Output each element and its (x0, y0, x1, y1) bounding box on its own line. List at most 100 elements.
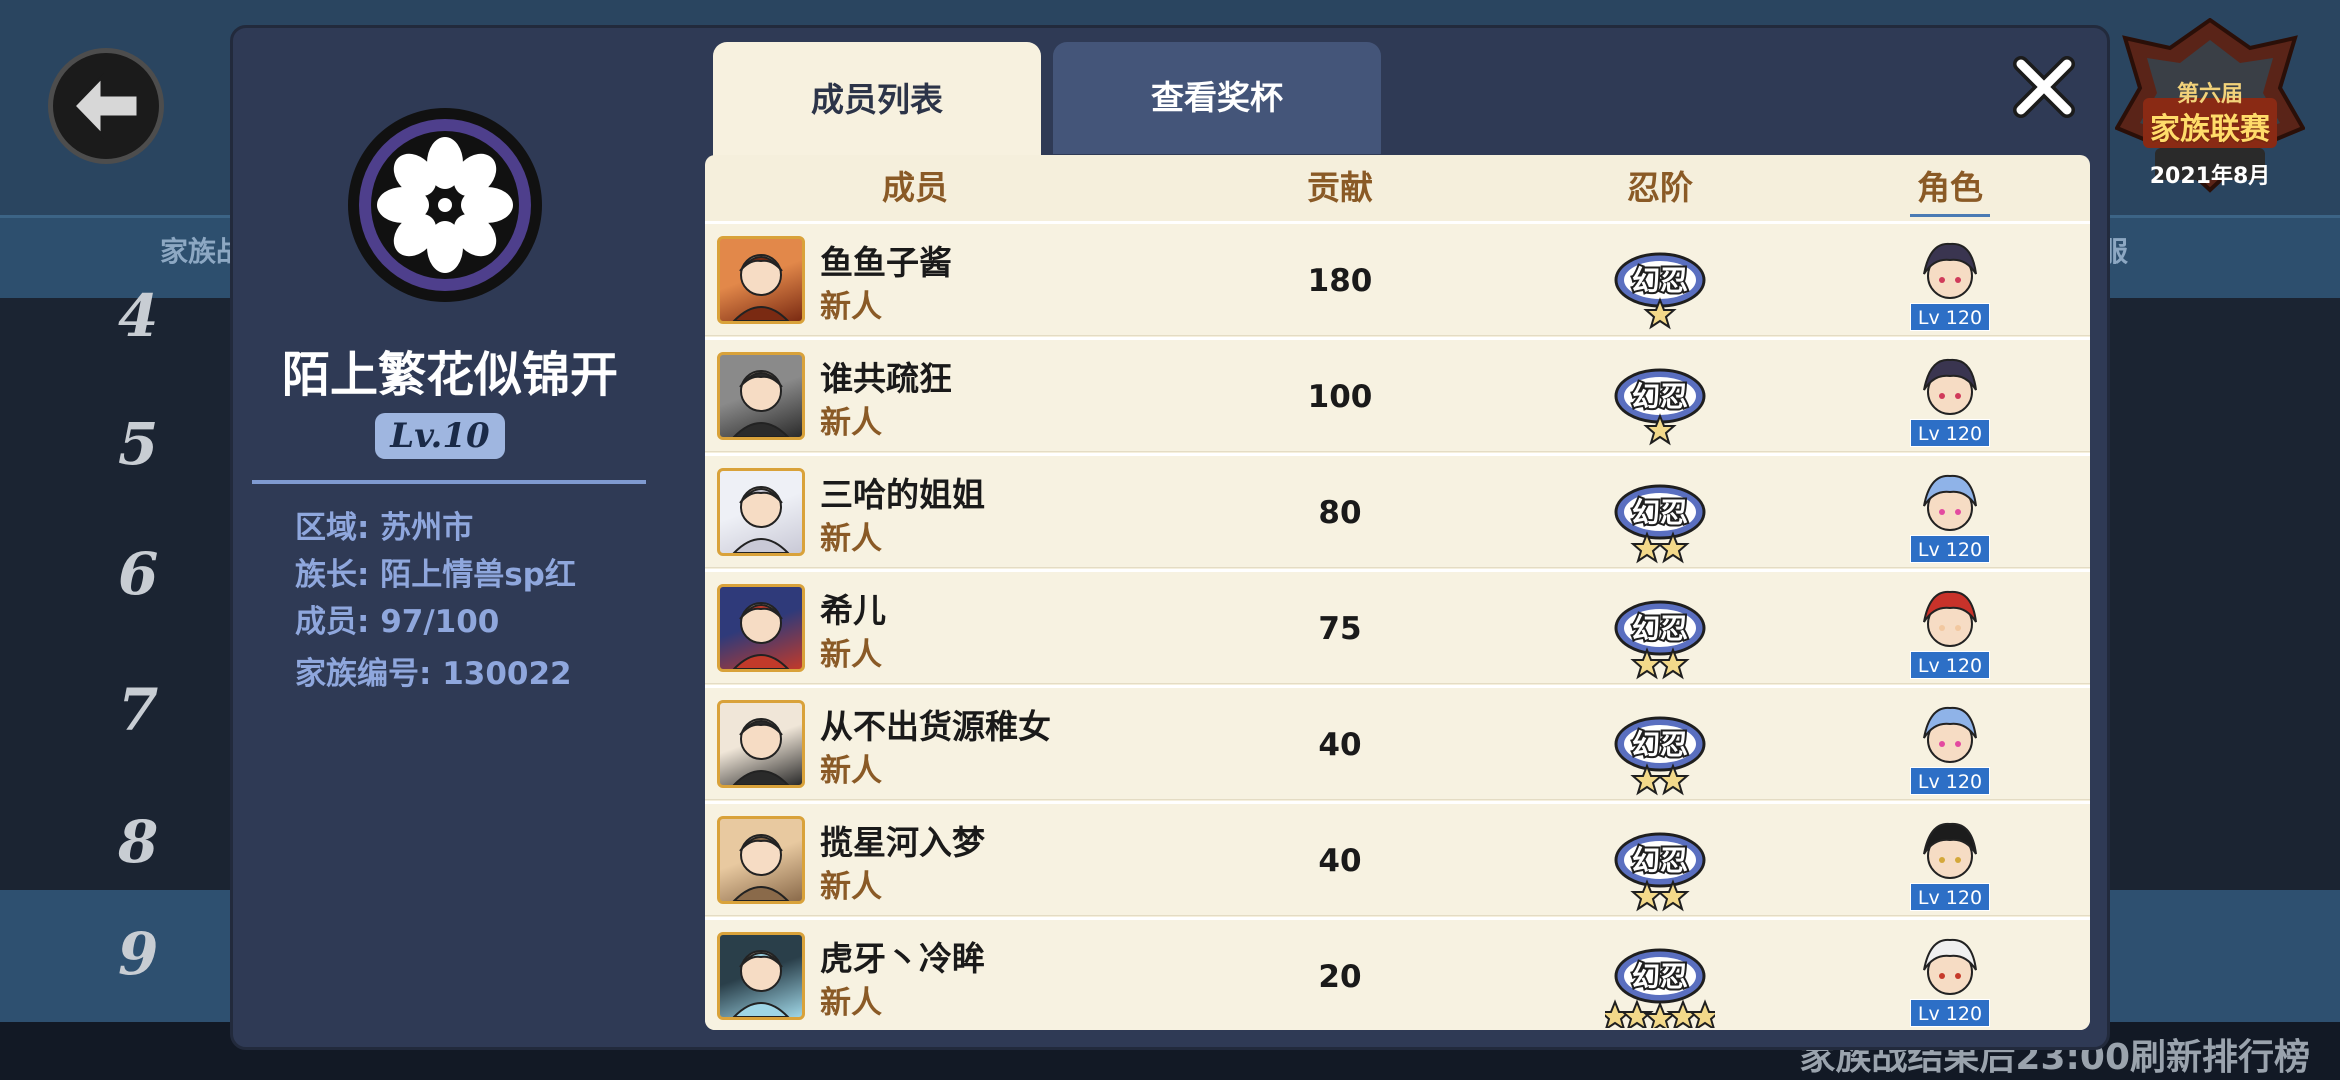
member-avatar[interactable] (717, 700, 805, 788)
header-member: 成员 (882, 168, 948, 207)
ninja-rank-badge: 幻忍 (1605, 704, 1715, 796)
character-icon (1923, 706, 1977, 763)
family-name: 陌上繁花似锦开 (281, 347, 618, 403)
member-avatar[interactable] (717, 352, 805, 440)
family-leader: 族长: 陌上情兽sp红 (295, 557, 576, 593)
member-title: 新人 (820, 289, 882, 325)
role-avatar[interactable]: Lv 120 (1910, 700, 1990, 795)
family-member-count: 成员: 97/100 (295, 604, 500, 640)
member-avatar[interactable] (717, 468, 805, 556)
member-name: 三哈的姐姐 (820, 475, 985, 514)
ninja-rank-text: 幻忍 (1632, 264, 1688, 297)
member-contribution: 20 (1318, 959, 1362, 995)
ninja-rank-text: 幻忍 (1632, 728, 1688, 761)
family-level-badge: Lv.10 (375, 413, 505, 459)
rank-number: 4 (118, 282, 159, 350)
table-row[interactable]: 揽星河入梦 新人 40 幻忍 Lv 120 (705, 801, 2090, 916)
rank-number: 5 (118, 410, 159, 478)
family-region: 区域: 苏州市 (295, 510, 474, 546)
member-title: 新人 (820, 985, 882, 1021)
role-avatar[interactable]: Lv 120 (1910, 468, 1990, 563)
rank-number: 8 (118, 808, 159, 876)
character-icon (1923, 590, 1977, 647)
member-avatar[interactable] (717, 932, 805, 1020)
member-title: 新人 (820, 405, 882, 441)
member-name: 揽星河入梦 (820, 823, 985, 862)
close-icon (2013, 56, 2075, 118)
header-role: 角色 (1917, 168, 1983, 207)
divider (252, 480, 646, 484)
table-row[interactable]: 鱼鱼子酱 新人 180 幻忍 Lv 120 (705, 221, 2090, 336)
member-title: 新人 (820, 637, 882, 673)
portrait-icon (732, 254, 790, 321)
tab-member-list[interactable]: 成员列表 (713, 42, 1041, 158)
member-name: 虎牙丶冷眸 (820, 939, 985, 978)
member-title: 新人 (820, 869, 882, 905)
ninja-rank-text: 幻忍 (1632, 960, 1688, 993)
role-avatar[interactable]: Lv 120 (1910, 584, 1990, 679)
member-contribution: 80 (1318, 495, 1362, 531)
close-button[interactable] (2005, 48, 2083, 126)
header-contribution: 贡献 (1307, 168, 1373, 207)
member-name: 从不出货源稚女 (820, 707, 1051, 746)
portrait-icon (732, 950, 790, 1017)
table-row[interactable]: 三哈的姐姐 新人 80 幻忍 Lv 120 (705, 453, 2090, 568)
ninja-rank-text: 幻忍 (1632, 612, 1688, 645)
role-avatar[interactable]: Lv 120 (1910, 352, 1990, 447)
member-title: 新人 (820, 753, 882, 789)
role-level-badge: Lv 120 (1910, 999, 1990, 1027)
family-id: 家族编号: 130022 (295, 656, 572, 692)
member-title: 新人 (820, 521, 882, 557)
table-row[interactable]: 谁共疏狂 新人 100 幻忍 Lv 120 (705, 337, 2090, 452)
member-name: 希儿 (820, 591, 886, 630)
ninja-rank-badge: 幻忍 (1605, 240, 1715, 330)
family-league-badge[interactable]: 第六届 家族联赛 2021年8月 (2115, 18, 2305, 193)
role-level-badge: Lv 120 (1910, 651, 1990, 679)
role-avatar[interactable]: Lv 120 (1910, 236, 1990, 331)
member-contribution: 100 (1307, 379, 1373, 415)
role-level-badge: Lv 120 (1910, 303, 1990, 331)
member-table: 成员 贡献 忍阶 角色 鱼鱼子酱 新人 180 幻忍 Lv 120 谁共疏狂 新… (705, 155, 2090, 1030)
family-crest-icon (345, 105, 545, 305)
portrait-icon (732, 602, 790, 669)
arrow-left-icon (71, 73, 140, 139)
badge-date: 2021年8月 (2149, 164, 2271, 189)
back-button[interactable] (48, 48, 164, 164)
member-avatar[interactable] (717, 236, 805, 324)
rank-number: 9 (118, 920, 159, 988)
rank-number: 7 (118, 676, 159, 744)
ninja-rank-badge: 幻忍 (1598, 936, 1722, 1030)
ninja-rank-badge: 幻忍 (1605, 820, 1715, 912)
table-row[interactable]: 从不出货源稚女 新人 40 幻忍 Lv 120 (705, 685, 2090, 800)
table-header: 成员 贡献 忍阶 角色 (705, 155, 2090, 221)
character-icon (1923, 938, 1977, 995)
role-level-badge: Lv 120 (1910, 767, 1990, 795)
member-name: 谁共疏狂 (820, 359, 952, 398)
ninja-rank-text: 幻忍 (1632, 844, 1688, 877)
member-name: 鱼鱼子酱 (820, 243, 952, 282)
character-icon (1923, 474, 1977, 531)
ninja-rank-badge: 幻忍 (1605, 356, 1715, 446)
member-contribution: 180 (1307, 263, 1373, 299)
role-avatar[interactable]: Lv 120 (1910, 816, 1990, 911)
ninja-rank-badge: 幻忍 (1605, 588, 1715, 680)
portrait-icon (732, 486, 790, 553)
role-avatar[interactable]: Lv 120 (1910, 932, 1990, 1027)
table-row[interactable]: 虎牙丶冷眸 新人 20 幻忍 Lv 120 (705, 917, 2090, 1030)
member-avatar[interactable] (717, 584, 805, 672)
header-ninja-rank: 忍阶 (1627, 168, 1693, 207)
role-level-badge: Lv 120 (1910, 883, 1990, 911)
table-row[interactable]: 希儿 新人 75 幻忍 Lv 120 (705, 569, 2090, 684)
badge-title: 家族联赛 (2150, 112, 2270, 147)
member-avatar[interactable] (717, 816, 805, 904)
character-icon (1923, 822, 1977, 879)
member-contribution: 40 (1318, 843, 1362, 879)
member-contribution: 40 (1318, 727, 1362, 763)
role-header-underline (1910, 214, 1990, 217)
member-contribution: 75 (1318, 611, 1362, 647)
portrait-icon (732, 834, 790, 901)
character-icon (1923, 358, 1977, 415)
role-level-badge: Lv 120 (1910, 419, 1990, 447)
tab-view-trophies[interactable]: 查看奖杯 (1053, 42, 1381, 154)
ninja-rank-text: 幻忍 (1632, 496, 1688, 529)
